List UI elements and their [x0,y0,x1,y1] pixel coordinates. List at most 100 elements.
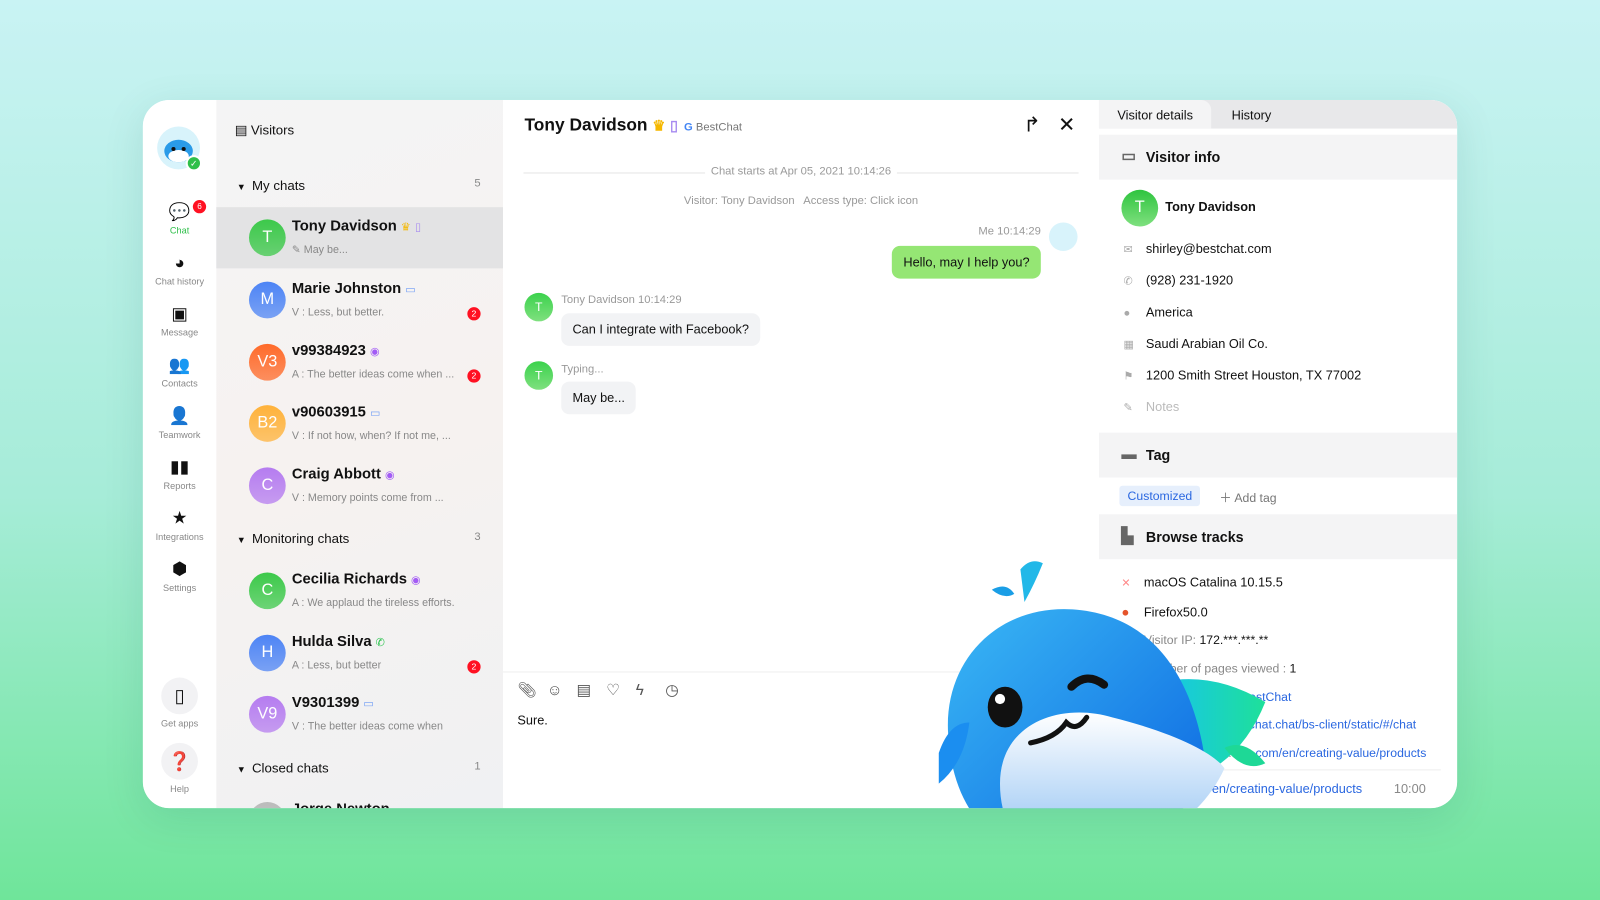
contact-name: Hulda Silva ✆ [292,634,385,650]
visitor-email[interactable]: shirley@bestchat.com [1146,242,1272,256]
section-closed[interactable]: ▼ Closed chats 1 [237,760,481,775]
section-title: Visitor info [1145,148,1221,166]
preview-text: A : We applaud the tireless efforts. [291,596,455,610]
phone-icon: ✆ [1123,275,1133,288]
contact-name-text: V9301399 [291,694,360,712]
add-tag-button[interactable]: ＋ Add tag [1219,489,1276,506]
heart-icon[interactable]: ♡ [606,681,636,699]
rail-label: Help [170,783,190,794]
rail-teamwork[interactable]: 👤 Teamwork [143,406,216,440]
contact-name: Craig Abbott ◉ [292,466,395,482]
contact-name-text: v90603915 [291,404,366,421]
avatar: B2 [248,405,286,442]
scheduled-icon[interactable]: ◷ [665,681,695,699]
contacts-icon: 👥 [168,355,191,375]
settings-icon: ⬢ [172,559,188,579]
attach-icon[interactable]: 📎︎ [517,681,547,699]
message-preview: A : Less, but better [292,659,381,671]
message-input[interactable]: Sure. [517,713,548,727]
section-title: Browse tracks [1145,528,1244,545]
visitor-avatar: T [524,361,554,390]
chat-list-item[interactable]: C Cecilia Richards ◉ A : We applaud the t… [216,560,503,621]
star-icon: ★ [171,508,188,528]
tab-visitor-details[interactable]: Visitor details [1098,99,1212,129]
plus-icon: ＋ [1219,490,1235,506]
rail-message[interactable]: ▣ Message [143,304,216,338]
chat-list-item[interactable]: V9 V9301399 ▭ V : The better ideas come w… [216,684,503,745]
visitor-phone[interactable]: (928) 231-1920 [1146,273,1233,287]
rail-contacts[interactable]: 👥 Contacts [143,355,216,389]
rail-label: Chat history [155,276,205,287]
chat-list-item[interactable]: T Tony Davidson ♛ ▯ ✎ May be... [216,207,504,269]
pages-value: 1 [1289,661,1297,676]
messenger-icon: ◉ [411,574,421,587]
preview-text: V : Less, but better. [291,306,385,319]
tab-history[interactable]: History [1213,100,1289,129]
transfer-icon[interactable]: ↱ [1023,112,1040,138]
location-icon: ● [1123,307,1131,320]
list-title: ▤ Visitors [235,122,294,138]
messenger-icon: ◉ [369,345,380,359]
section-label: Closed chats [251,760,329,776]
composer[interactable]: 📎︎ ☺ ▤ ♡ ϟ ◷ Sure. [503,671,1099,728]
from-link[interactable]: ...o.com/en/creating-value/products [1235,746,1426,760]
google-icon: G [684,121,693,134]
chat-list-item[interactable]: M Marie Johnston ▭ V : Less, but better. … [216,269,503,330]
section-count: 1 [474,760,481,773]
close-icon[interactable]: ✕ [1058,112,1075,138]
rail-chat[interactable]: 💬 Chat 6 [143,199,216,236]
message-preview: ✎ May be... [292,244,348,256]
company-icon: ▦ [1123,338,1135,352]
rail-settings[interactable]: ⬢ Settings [143,559,216,593]
notes-input[interactable]: Notes [1146,400,1179,414]
landing-link[interactable]: ...ebchat.chat/bs-client/static/#/chat [1225,717,1416,731]
browse-tracks-header: ▙ Browse tracks [1098,514,1458,560]
contact-name-text: Tony Davidson [291,218,397,235]
rail-label: Get apps [160,718,199,729]
section-monitoring[interactable]: ▼ Monitoring chats 3 [237,531,481,546]
desktop-icon: ▭ [394,804,405,808]
section-label: My chats [251,177,306,193]
agent-avatar[interactable]: ✓ [157,126,203,172]
preview-text: May be... [303,243,348,257]
unread-badge: 2 [467,369,481,383]
emoji-icon[interactable]: ☺ [547,682,577,699]
visitor-browser: Firefox50.0 [1143,605,1208,620]
track-link[interactable]: ...mco.com/en/creating-value/products [1146,782,1362,796]
message-bubble: Can I integrate with Facebook? [561,313,761,346]
rail-reports[interactable]: ▮▮ Reports [143,457,216,491]
lightning-icon[interactable]: ϟ [636,682,666,699]
help-button[interactable]: ❓ Help [143,742,216,794]
tag-chip[interactable]: Customized [1119,485,1201,507]
canned-reply-icon[interactable]: ▤ [577,681,607,699]
avatar: T [248,219,286,257]
chat-list-item[interactable]: Jorge Newton ▭ [216,790,503,809]
ip-label: Visitor IP: [1143,632,1197,647]
message-meta: Me 10:14:29 [978,225,1041,238]
chat-list-item[interactable]: C Craig Abbott ◉ V : Memory points come f… [216,455,503,516]
chat-list-item[interactable]: V3 v99384923 ◉ A : The better ideas come … [216,332,503,393]
chat-list-item[interactable]: B2 v90603915 ▭ V : If not how, when? If n… [216,393,503,454]
notes-icon: ✎ [1123,402,1133,415]
rail-chat-history[interactable]: ◕ Chat history [143,253,216,287]
chat-list-item[interactable]: H Hulda Silva ✆ A : Less, but better 2 [216,622,503,683]
online-status-icon: ✓ [185,155,203,172]
section-my-chats[interactable]: ▼ My chats 5 [237,178,481,193]
chat-source: BestChat [695,121,743,134]
chat-start-line: Chat starts at Apr 05, 2021 10:14:26 [523,165,1079,178]
send-button[interactable]: ➤ [1053,768,1082,797]
get-apps-button[interactable]: ▯ Get apps [143,677,216,729]
rail-integrations[interactable]: ★ Integrations [143,508,216,542]
avatar: V9 [248,695,286,733]
app-window: ✓ 💬 Chat 6 ◕ Chat history ▣ Message 👥 Contact… [142,99,1458,809]
rail-label: Integrations [155,531,204,542]
rail-label: Reports [163,480,196,491]
phone-icon: ▯ [161,677,198,715]
preview-text: A : The better ideas come when ... [291,368,455,381]
ip-value: 172.***.***.** [1199,632,1269,647]
desktop-icon: ▭ [369,407,381,420]
chat-history-icon: ◕ [174,253,185,273]
visitor-avatar: T [1121,189,1159,227]
contact-name-text: Craig Abbott [291,466,381,483]
page-icon: ▙ [1123,783,1133,796]
